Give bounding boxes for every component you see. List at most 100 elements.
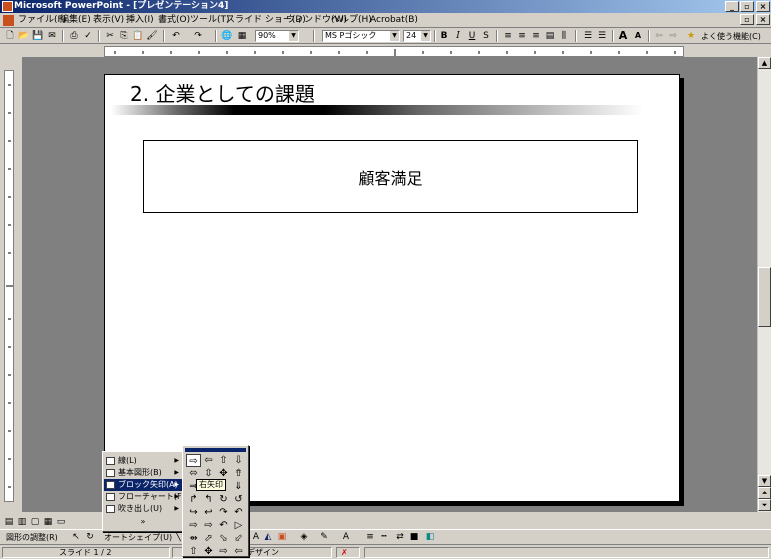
email-icon[interactable]: ✉ <box>46 30 58 42</box>
shadow-style-icon[interactable]: ■ <box>408 531 420 543</box>
cut-icon[interactable]: ✂ <box>104 30 116 42</box>
block-arrow-shape-icon[interactable]: ↷ <box>216 506 231 519</box>
autoshape-menu-button[interactable]: オートシェイプ(U) <box>104 532 172 543</box>
grow-font-button[interactable]: A <box>617 30 629 42</box>
block-arrow-shape-icon[interactable]: ↱ <box>186 493 201 506</box>
slide-view-icon[interactable]: ▢ <box>29 516 41 528</box>
arrow-style-icon[interactable]: ⇄ <box>394 531 406 543</box>
menu-tools[interactable]: ツール(T) <box>190 15 230 26</box>
outline-view-icon[interactable]: ▥ <box>16 516 28 528</box>
block-arrow-shape-icon[interactable]: ↩ <box>201 506 216 519</box>
select-pointer-icon[interactable]: ↖ <box>70 531 82 543</box>
wordart-icon[interactable]: A <box>250 531 262 543</box>
copy-icon[interactable]: ⎘ <box>118 30 130 42</box>
frequent-functions-button[interactable]: よく使う機能(C) <box>701 31 761 42</box>
block-arrow-shape-icon[interactable]: ⬂ <box>216 532 231 545</box>
block-arrow-shape-icon[interactable]: ⇨ <box>216 545 231 558</box>
paste-icon[interactable]: 📋 <box>132 30 144 42</box>
maximize-button[interactable]: ▫ <box>740 1 754 12</box>
clipart-icon[interactable]: ▣ <box>276 531 288 543</box>
menu-item-flowchart[interactable]: フローチャート(F) ▶ <box>104 491 185 503</box>
block-arrow-shape-icon[interactable]: ⇴ <box>186 532 201 545</box>
frequent-functions-icon[interactable]: ★ <box>685 30 697 42</box>
normal-view-icon[interactable]: ▤ <box>3 516 15 528</box>
chevron-down-icon[interactable]: ▼ <box>289 31 298 41</box>
block-arrow-shape-icon[interactable]: ⇨ <box>201 519 216 532</box>
text-direction-icon[interactable]: ⫼ <box>558 30 570 42</box>
menu-edit[interactable]: 編集(E) <box>60 15 91 26</box>
numbering-icon[interactable]: ☰ <box>582 30 594 42</box>
bold-button[interactable]: B <box>438 30 450 42</box>
fill-color-icon[interactable]: ◈ <box>298 531 310 543</box>
block-arrow-shape-icon[interactable]: ⇧ <box>216 454 231 467</box>
slideshow-view-icon[interactable]: ▭ <box>55 516 67 528</box>
shadow-button[interactable]: S <box>480 30 492 42</box>
block-arrow-shape-icon[interactable]: ↶ <box>216 519 231 532</box>
block-arrow-shape-icon[interactable]: ↰ <box>201 493 216 506</box>
open-icon[interactable]: 📂 <box>18 30 30 42</box>
menu-view[interactable]: 表示(V) <box>93 15 124 26</box>
horizontal-ruler[interactable] <box>104 46 684 57</box>
block-arrow-shape-icon[interactable]: ⇩ <box>231 454 246 467</box>
block-arrow-shape-icon[interactable]: ✥ <box>201 545 216 558</box>
vertical-ruler[interactable] <box>4 70 14 502</box>
chevron-down-icon[interactable]: ▼ <box>421 31 430 41</box>
menu-item-block-arrows[interactable]: ブロック矢印(A) ▶ <box>104 479 182 491</box>
undo-icon[interactable]: ↶ <box>170 30 182 42</box>
font-color-icon[interactable]: A <box>340 531 352 543</box>
document-icon[interactable] <box>3 15 14 26</box>
doc-close-button[interactable]: × <box>756 14 770 25</box>
menu-expand-button[interactable]: » <box>104 516 182 528</box>
minimize-button[interactable]: _ <box>725 1 739 12</box>
block-arrow-shape-icon[interactable]: ↺ <box>231 493 246 506</box>
menu-item-callouts[interactable]: 吹き出し(U) ▶ <box>104 503 182 515</box>
draw-menu-button[interactable]: 図形の調整(R) <box>6 532 58 543</box>
block-arrow-shape-icon[interactable]: ⇧ <box>186 545 201 558</box>
block-arrow-shape-icon[interactable]: ⬃ <box>231 532 246 545</box>
content-textbox[interactable]: 顧客満足 <box>143 140 638 213</box>
print-icon[interactable]: ⎙ <box>68 30 80 42</box>
align-right-icon[interactable]: ≡ <box>530 30 542 42</box>
menu-insert[interactable]: 挿入(I) <box>126 15 154 26</box>
table-icon[interactable]: ▦ <box>236 30 248 42</box>
font-size-combo[interactable]: 24 ▼ <box>403 30 431 42</box>
doc-restore-button[interactable]: ▫ <box>740 14 754 25</box>
previous-slide-icon[interactable]: ⏶ <box>758 487 771 499</box>
dash-style-icon[interactable]: ┅ <box>378 531 390 543</box>
block-arrow-shape-icon[interactable]: ↪ <box>186 506 201 519</box>
sorter-view-icon[interactable]: ▦ <box>42 516 54 528</box>
zoom-combo[interactable]: 90% ▼ <box>255 30 299 42</box>
promote-icon[interactable]: ⇦ <box>653 30 665 42</box>
menu-format[interactable]: 書式(O) <box>158 15 190 26</box>
hyperlink-icon[interactable]: 🌐 <box>221 30 233 42</box>
free-rotate-icon[interactable]: ↻ <box>84 531 96 543</box>
palette-title-grip[interactable] <box>185 448 246 452</box>
powerpoint-app-icon[interactable] <box>2 1 13 12</box>
diagram-icon[interactable]: ◭ <box>262 531 274 543</box>
block-arrow-shape-icon[interactable]: ⇨ <box>186 519 201 532</box>
block-arrow-shape-icon[interactable]: ↶ <box>231 506 246 519</box>
justify-icon[interactable]: ▤ <box>544 30 556 42</box>
scroll-down-icon[interactable]: ▼ <box>758 475 771 487</box>
underline-button[interactable]: U <box>466 30 478 42</box>
line-color-icon[interactable]: ✎ <box>318 531 330 543</box>
block-arrow-shape-icon[interactable]: ▷ <box>231 519 246 532</box>
next-slide-icon[interactable]: ⏷ <box>758 499 771 511</box>
menu-file[interactable]: ファイル(F) <box>18 15 66 26</box>
format-painter-icon[interactable]: 🖌 <box>146 30 158 42</box>
italic-button[interactable]: I <box>452 30 464 42</box>
save-icon[interactable]: 💾 <box>32 30 44 42</box>
vertical-scrollbar[interactable]: ▲ ▼ ⏶ ⏷ <box>757 57 771 512</box>
font-name-combo[interactable]: MS Pゴシック ▼ <box>322 30 400 42</box>
block-arrow-shape-icon[interactable]: ⇦ <box>201 454 216 467</box>
scroll-up-icon[interactable]: ▲ <box>758 57 771 69</box>
block-arrow-shape-icon[interactable]: ⇨ <box>186 454 201 467</box>
block-arrow-shape-icon[interactable]: ⇦ <box>231 545 246 558</box>
align-left-icon[interactable]: ≡ <box>502 30 514 42</box>
menu-help[interactable]: ヘルプ(H) <box>331 15 372 26</box>
menu-acrobat[interactable]: Acrobat(B) <box>370 15 418 26</box>
3d-style-icon[interactable]: ◧ <box>424 531 436 543</box>
menu-item-basic-shapes[interactable]: 基本図形(B) ▶ <box>104 467 182 479</box>
block-arrow-shape-icon[interactable]: ⇓ <box>231 480 246 493</box>
spelling-status-icon[interactable]: ✗ <box>336 547 360 558</box>
